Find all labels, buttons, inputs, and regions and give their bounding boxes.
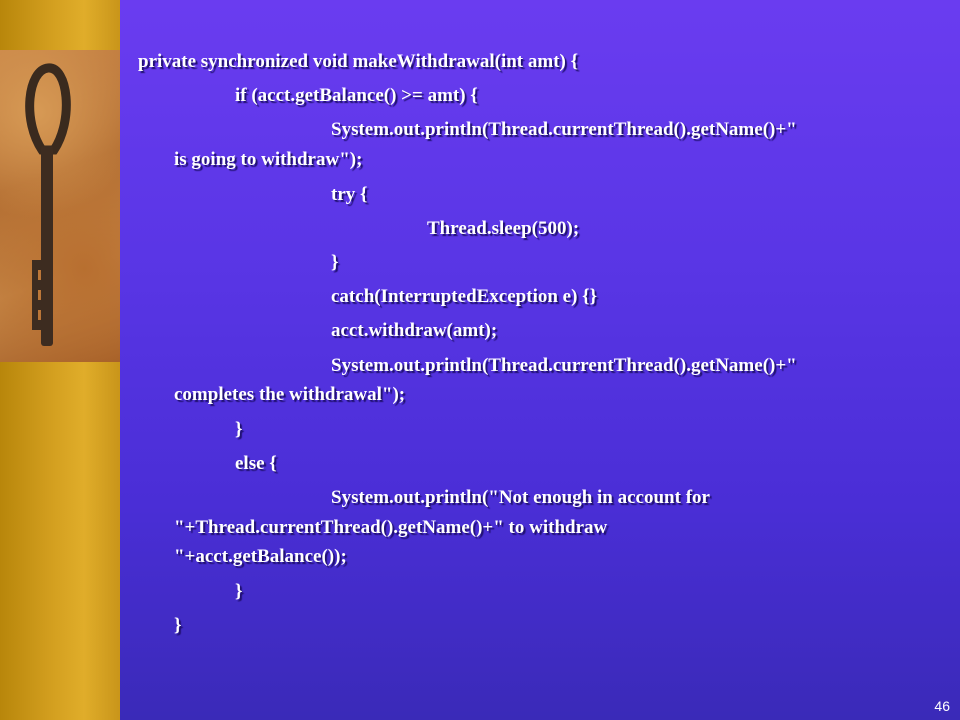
code-line: System.out.println("Not enough in accoun… (331, 487, 710, 508)
code-line: acct.withdraw(amt); (331, 320, 498, 341)
key-icon (25, 63, 71, 346)
code-line: private synchronized void makeWithdrawal… (138, 51, 579, 72)
code-line: "+acct.getBalance()); (174, 546, 347, 567)
key-image (0, 50, 120, 362)
code-line: is going to withdraw"); (174, 149, 363, 170)
code-line: } (331, 252, 339, 273)
code-line: else { (235, 453, 277, 474)
code-line: catch(InterruptedException e) {} (331, 286, 598, 307)
code-line: } (174, 615, 182, 636)
code-line: completes the withdrawal"); (174, 384, 406, 405)
page-number: 46 (934, 698, 950, 714)
code-line: "+Thread.currentThread().getName()+" to … (174, 517, 608, 538)
code-line: System.out.println(Thread.currentThread(… (331, 119, 797, 140)
code-line: try { (331, 184, 368, 205)
code-line: } (235, 581, 243, 602)
code-line: } (235, 419, 243, 440)
code-line: Thread.sleep(500); (427, 218, 580, 239)
code-line: System.out.println(Thread.currentThread(… (331, 355, 797, 376)
code-line: if (acct.getBalance() >= amt) { (235, 85, 478, 106)
